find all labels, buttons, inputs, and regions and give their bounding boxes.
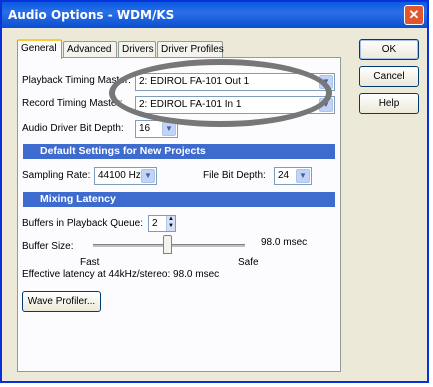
tab-driver-profiles[interactable]: Driver Profiles (157, 41, 224, 57)
playback-timing-value: 2: EDIROL FA-101 Out 1 (139, 76, 250, 87)
tab-drivers[interactable]: Drivers (118, 41, 156, 57)
chevron-down-icon[interactable]: ▼ (162, 122, 176, 136)
buffers-queue-value: 2 (152, 218, 158, 229)
tab-driver-profiles-label: Driver Profiles (161, 44, 224, 55)
sampling-rate-label: Sampling Rate: (22, 170, 91, 181)
record-timing-select[interactable]: 2: EDIROL FA-101 In 1 ▼ (135, 96, 335, 114)
driver-bit-depth-label: Audio Driver Bit Depth: (22, 123, 124, 134)
chevron-down-icon[interactable]: ▼ (296, 169, 310, 183)
tab-general-label: General (21, 43, 57, 54)
mixing-latency-header: Mixing Latency (23, 192, 335, 207)
general-panel: Playback Timing Master: 2: EDIROL FA-101… (17, 57, 341, 372)
buffer-size-value: 98.0 msec (261, 237, 308, 248)
driver-bit-depth-select[interactable]: 16 ▼ (135, 120, 178, 138)
record-timing-label: Record Timing Master: (22, 98, 123, 109)
chevron-down-icon[interactable]: ▼ (141, 169, 155, 183)
ok-label: OK (381, 44, 397, 55)
wave-profiler-label: Wave Profiler... (27, 296, 96, 307)
cancel-button[interactable]: Cancel (359, 66, 419, 87)
sampling-rate-value: 44100 Hz (98, 170, 141, 181)
chevron-down-icon[interactable]: ▼ (319, 75, 333, 89)
fast-label: Fast (80, 257, 100, 268)
record-timing-value: 2: EDIROL FA-101 In 1 (139, 99, 242, 110)
close-icon: ✕ (408, 7, 420, 22)
tab-advanced[interactable]: Advanced (63, 41, 117, 57)
spin-arrows-icon[interactable]: ▲ ▼ (166, 216, 175, 231)
file-bit-depth-value: 24 (278, 170, 290, 181)
driver-bit-depth-value: 16 (139, 123, 151, 134)
cancel-label: Cancel (373, 71, 405, 82)
tab-general[interactable]: General (17, 39, 62, 59)
effective-latency-text: Effective latency at 44kHz/stereo: 98.0 … (22, 269, 220, 280)
buffers-queue-label: Buffers in Playback Queue: (22, 218, 143, 229)
buffers-queue-spinner[interactable]: 2 ▲ ▼ (148, 215, 176, 232)
title-bar[interactable]: Audio Options - WDM/KS ✕ (2, 2, 427, 28)
audio-options-window: Audio Options - WDM/KS ✕ General Advance… (0, 0, 429, 383)
buffer-size-label: Buffer Size: (22, 241, 74, 252)
playback-timing-select[interactable]: 2: EDIROL FA-101 Out 1 ▼ (135, 73, 335, 91)
playback-timing-label: Playback Timing Master: (22, 75, 131, 86)
help-button[interactable]: Help (359, 93, 419, 114)
buffer-size-slider-thumb[interactable] (162, 235, 172, 254)
tab-drivers-label: Drivers (122, 44, 154, 55)
safe-label: Safe (238, 257, 259, 268)
file-bit-depth-select[interactable]: 24 ▼ (274, 167, 312, 185)
ok-button[interactable]: OK (359, 39, 419, 60)
close-button[interactable]: ✕ (404, 5, 424, 25)
wave-profiler-button[interactable]: Wave Profiler... (22, 291, 101, 312)
chevron-down-icon[interactable]: ▼ (319, 98, 333, 112)
sampling-rate-select[interactable]: 44100 Hz ▼ (94, 167, 157, 185)
default-settings-header: Default Settings for New Projects (23, 144, 335, 159)
file-bit-depth-label: File Bit Depth: (203, 170, 266, 181)
tab-advanced-label: Advanced (67, 44, 112, 55)
window-title: Audio Options - WDM/KS (8, 8, 175, 22)
help-label: Help (378, 98, 400, 109)
